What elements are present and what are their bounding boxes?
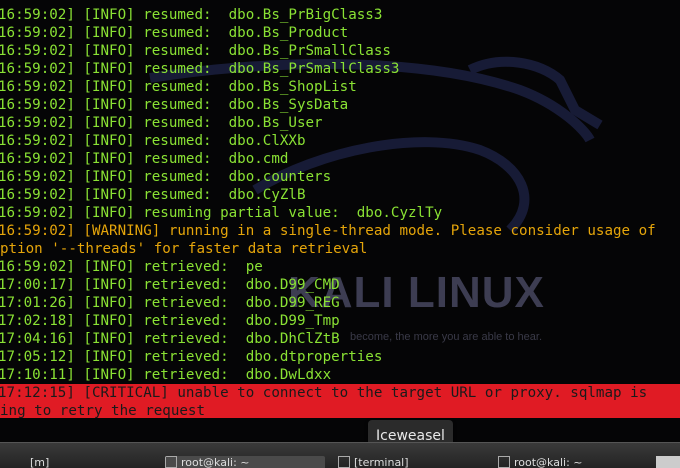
log-timestamp: 17:04:16] xyxy=(0,331,75,347)
terminal-line-info: 16:59:02] [INFO] resumed: dbo.Bs_SysData xyxy=(0,96,680,114)
taskbar: [m] root@kali: ~ [terminal] root@kali: ~ xyxy=(0,442,680,468)
terminal-window[interactable]: KALI LINUX become, the more you are able… xyxy=(0,0,680,442)
log-timestamp: 16:59:02] xyxy=(0,187,75,203)
log-message: running in a single-thread mode. Please … xyxy=(160,223,656,239)
log-message: resumed: dbo.Bs_ShopList xyxy=(134,79,357,95)
terminal-line-info: 16:59:02] [INFO] resumed: dbo.counters xyxy=(0,168,680,186)
log-message: resumed: dbo.ClXXb xyxy=(134,133,306,149)
log-level: [INFO] xyxy=(83,97,135,113)
log-timestamp: 17:00:17] xyxy=(0,277,75,293)
taskbar-item-2[interactable]: root@kali: ~ xyxy=(165,456,325,468)
log-timestamp: 16:59:02] xyxy=(0,43,75,59)
log-message: ing to retry the request xyxy=(0,403,205,419)
log-level: [INFO] xyxy=(83,367,135,383)
log-timestamp: 16:59:02] xyxy=(0,205,75,221)
log-timestamp: 17:02:18] xyxy=(0,313,75,329)
log-timestamp: 16:59:02] xyxy=(0,79,75,95)
log-message: retrieved: dbo.D99_CMD xyxy=(134,277,340,293)
log-message: unable to connect to the target URL or p… xyxy=(168,385,648,401)
log-level: [INFO] xyxy=(83,259,135,275)
log-message: resumed: dbo.Bs_Product xyxy=(134,25,349,41)
log-level: [INFO] xyxy=(83,115,135,131)
log-timestamp: 17:01:26] xyxy=(0,295,75,311)
terminal-line-info: 16:59:02] [INFO] resumed: dbo.cmd xyxy=(0,150,680,168)
terminal-output: 16:59:02] [INFO] resumed: dbo.Bs_PrBigCl… xyxy=(0,6,680,420)
log-timestamp: 16:59:02] xyxy=(0,151,75,167)
app-icon xyxy=(338,456,350,468)
log-timestamp: 16:59:02] xyxy=(0,259,75,275)
terminal-icon xyxy=(498,456,510,468)
terminal-line-info: 16:59:02] [INFO] retrieved: pe xyxy=(0,258,680,276)
log-message: retrieved: dbo.DwLdxx xyxy=(134,367,332,383)
log-level: [INFO] xyxy=(83,133,135,149)
log-timestamp: 17:10:11] xyxy=(0,367,75,383)
terminal-line-info: 17:10:11] [INFO] retrieved: dbo.DwLdxx xyxy=(0,366,680,384)
terminal-line-info: 17:05:12] [INFO] retrieved: dbo.dtproper… xyxy=(0,348,680,366)
terminal-prompt-area[interactable] xyxy=(0,418,680,424)
log-message: resumed: dbo.Bs_User xyxy=(134,115,323,131)
terminal-line-info: 16:59:02] [INFO] resumed: dbo.ClXXb xyxy=(0,132,680,150)
log-message: retrieved: dbo.D99_Tmp xyxy=(134,313,340,329)
terminal-line-info: 16:59:02] [INFO] resumed: dbo.Bs_PrBigCl… xyxy=(0,6,680,24)
terminal-line-info: 16:59:02] [INFO] resumed: dbo.Bs_PrSmall… xyxy=(0,42,680,60)
log-level: [INFO] xyxy=(83,295,135,311)
terminal-line-warning: ption '--threads' for faster data retrie… xyxy=(0,240,680,258)
log-timestamp: 16:59:02] xyxy=(0,97,75,113)
terminal-line-info: 16:59:02] [INFO] resumed: dbo.Bs_PrSmall… xyxy=(0,60,680,78)
log-level: [INFO] xyxy=(83,43,135,59)
terminal-line-info: 16:59:02] [INFO] resumed: dbo.Bs_Product xyxy=(0,24,680,42)
log-message: ption '--threads' for faster data retrie… xyxy=(0,241,368,257)
terminal-line-info: 16:59:02] [INFO] resumed: dbo.Bs_User xyxy=(0,114,680,132)
terminal-line-info: 16:59:02] [INFO] resumed: dbo.CyZlB xyxy=(0,186,680,204)
log-timestamp: 16:59:02] xyxy=(0,25,75,41)
terminal-line-warning: 16:59:02] [WARNING] running in a single-… xyxy=(0,222,680,240)
taskbar-item-5[interactable] xyxy=(656,456,680,468)
terminal-line-info: 16:59:02] [INFO] resumed: dbo.Bs_ShopLis… xyxy=(0,78,680,96)
taskbar-item-3[interactable]: [terminal] xyxy=(338,456,458,468)
log-timestamp: 16:59:02] xyxy=(0,61,75,77)
log-message: resuming partial value: dbo.CyzlTy xyxy=(134,205,443,221)
log-timestamp: 17:12:15] xyxy=(0,385,75,401)
log-level: [INFO] xyxy=(83,25,135,41)
taskbar-item-4[interactable]: root@kali: ~ xyxy=(498,456,618,468)
log-message: retrieved: pe xyxy=(134,259,263,275)
terminal-icon xyxy=(165,456,177,468)
log-message: resumed: dbo.CyZlB xyxy=(134,187,306,203)
log-timestamp: 17:05:12] xyxy=(0,349,75,365)
log-timestamp: 16:59:02] xyxy=(0,223,75,239)
log-message: retrieved: dbo.dtproperties xyxy=(134,349,383,365)
log-message: resumed: dbo.Bs_PrSmallClass xyxy=(134,43,391,59)
log-message: resumed: dbo.Bs_PrSmallClass3 xyxy=(134,61,400,77)
log-level: [INFO] xyxy=(83,79,135,95)
terminal-line-info: 17:01:26] [INFO] retrieved: dbo.D99_REG xyxy=(0,294,680,312)
terminal-line-info: 17:02:18] [INFO] retrieved: dbo.D99_Tmp xyxy=(0,312,680,330)
log-level: [INFO] xyxy=(83,169,135,185)
log-message: resumed: dbo.counters xyxy=(134,169,332,185)
log-level: [INFO] xyxy=(83,61,135,77)
log-level: [INFO] xyxy=(83,151,135,167)
log-level: [INFO] xyxy=(83,331,135,347)
log-level: [INFO] xyxy=(83,313,135,329)
log-message: resumed: dbo.Bs_SysData xyxy=(134,97,349,113)
log-timestamp: 16:59:02] xyxy=(0,133,75,149)
log-message: resumed: dbo.cmd xyxy=(134,151,289,167)
log-level: [INFO] xyxy=(83,7,135,23)
taskbar-item-1[interactable]: [m] xyxy=(30,456,70,468)
log-timestamp: 16:59:02] xyxy=(0,7,75,23)
log-level: [WARNING] xyxy=(83,223,161,239)
terminal-line-critical: 17:12:15] [CRITICAL] unable to connect t… xyxy=(0,384,680,402)
log-level: [CRITICAL] xyxy=(83,385,169,401)
log-message: retrieved: dbo.DhClZtB xyxy=(134,331,340,347)
log-message: retrieved: dbo.D99_REG xyxy=(134,295,340,311)
log-level: [INFO] xyxy=(83,205,135,221)
log-level: [INFO] xyxy=(83,349,135,365)
terminal-line-info: 16:59:02] [INFO] resuming partial value:… xyxy=(0,204,680,222)
terminal-line-info: 17:04:16] [INFO] retrieved: dbo.DhClZtB xyxy=(0,330,680,348)
terminal-line-info: 17:00:17] [INFO] retrieved: dbo.D99_CMD xyxy=(0,276,680,294)
log-timestamp: 16:59:02] xyxy=(0,115,75,131)
log-message: resumed: dbo.Bs_PrBigClass3 xyxy=(134,7,383,23)
log-level: [INFO] xyxy=(83,187,135,203)
log-timestamp: 16:59:02] xyxy=(0,169,75,185)
log-level: [INFO] xyxy=(83,277,135,293)
